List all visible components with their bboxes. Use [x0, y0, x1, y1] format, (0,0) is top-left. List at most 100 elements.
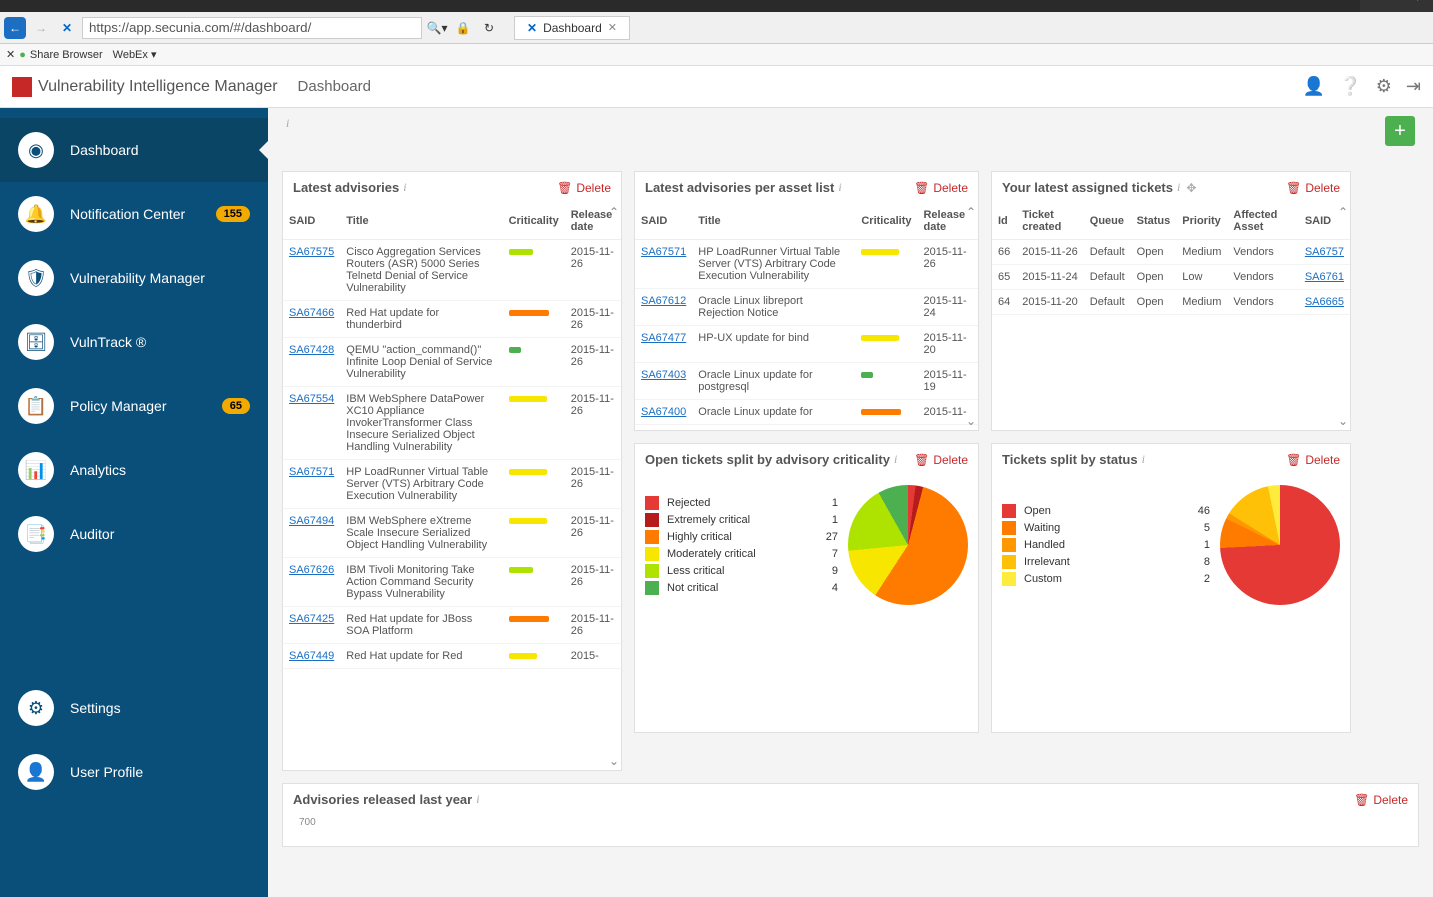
- scroll-up-icon[interactable]: ⌃: [609, 205, 619, 219]
- back-button[interactable]: ←: [4, 17, 26, 39]
- sidebar-item-settings[interactable]: ⚙ Settings: [0, 676, 268, 740]
- table-row[interactable]: 642015-11-20DefaultOpenMediumVendorsSA66…: [992, 290, 1350, 315]
- table-row[interactable]: SA67571HP LoadRunner Virtual Table Serve…: [635, 240, 978, 289]
- table-row[interactable]: SA67477HP-UX update for bind2015-11-20: [635, 326, 978, 363]
- table-row[interactable]: SA67575Cisco Aggregation Services Router…: [283, 240, 621, 301]
- scroll-up-icon[interactable]: ⌃: [1338, 205, 1348, 219]
- user-icon[interactable]: 👤: [1303, 76, 1325, 97]
- col-header[interactable]: Priority: [1176, 203, 1227, 240]
- table-row[interactable]: SA67494IBM WebSphere eXtreme Scale Insec…: [283, 509, 621, 558]
- info-icon[interactable]: i: [403, 180, 406, 195]
- table-row[interactable]: SA67554IBM WebSphere DataPower XC10 Appl…: [283, 387, 621, 460]
- sidebar-item-notification-center[interactable]: 🔔 Notification Center 155: [0, 182, 268, 246]
- scroll-down-icon[interactable]: ⌄: [609, 754, 619, 768]
- sidebar-item-analytics[interactable]: 📊 Analytics: [0, 438, 268, 502]
- said-link[interactable]: SA67466: [289, 307, 334, 319]
- settings-icon[interactable]: ⚙: [1376, 76, 1392, 97]
- table-row[interactable]: SA67403Oracle Linux update for postgresq…: [635, 363, 978, 400]
- info-icon[interactable]: i: [838, 180, 841, 195]
- sidebar-item-auditor[interactable]: 📑 Auditor: [0, 502, 268, 566]
- table-row[interactable]: SA67428QEMU "action_command()" Infinite …: [283, 338, 621, 387]
- col-header[interactable]: Criticality: [503, 203, 565, 240]
- home-icon[interactable]: ⌂: [1370, 0, 1377, 3]
- said-link[interactable]: SA67425: [289, 613, 334, 625]
- col-header[interactable]: Id: [992, 203, 1016, 240]
- said-link[interactable]: SA6761: [1305, 271, 1344, 283]
- said-link[interactable]: SA67494: [289, 515, 334, 527]
- col-header[interactable]: Status: [1131, 203, 1177, 240]
- table-row[interactable]: 662015-11-26DefaultOpenMediumVendorsSA67…: [992, 240, 1350, 265]
- legend-label: Extremely critical: [667, 514, 750, 526]
- col-header[interactable]: SAID: [283, 203, 340, 240]
- scroll-down-icon[interactable]: ⌄: [1338, 414, 1348, 428]
- scroll-down-icon[interactable]: ⌄: [966, 414, 976, 428]
- sidebar-item-vulnerability-manager[interactable]: 🛡 Vulnerability Manager: [0, 246, 268, 310]
- favorites-icon[interactable]: ★: [1389, 0, 1400, 3]
- browser-tab[interactable]: ✕ Dashboard ✕: [514, 16, 630, 40]
- col-header[interactable]: Title: [692, 203, 855, 240]
- table-row[interactable]: SA67571HP LoadRunner Virtual Table Serve…: [283, 460, 621, 509]
- delete-button[interactable]: 🗑 Delete: [1286, 181, 1340, 195]
- col-header[interactable]: SAID: [635, 203, 692, 240]
- said-link[interactable]: SA67554: [289, 393, 334, 405]
- settings-gear-icon[interactable]: ⚙: [1412, 0, 1423, 3]
- table-row[interactable]: 652015-11-24DefaultOpenLowVendorsSA6761: [992, 265, 1350, 290]
- add-widget-button[interactable]: +: [1385, 116, 1415, 146]
- table-row[interactable]: SA67449Red Hat update for Red2015-: [283, 644, 621, 669]
- share-browser-link[interactable]: Share Browser: [30, 49, 103, 61]
- delete-button[interactable]: 🗑 Delete: [914, 181, 968, 195]
- forward-button[interactable]: →: [30, 17, 52, 39]
- said-link[interactable]: SA6665: [1305, 296, 1344, 308]
- col-header[interactable]: Ticket created: [1016, 203, 1084, 240]
- said-link[interactable]: SA67571: [289, 466, 334, 478]
- said-link[interactable]: SA67571: [641, 246, 686, 258]
- sidebar-item-dashboard[interactable]: ◉ Dashboard: [0, 118, 268, 182]
- search-icon[interactable]: 🔍▾: [426, 17, 448, 39]
- widget-open-by-criticality: Open tickets split by advisory criticali…: [634, 443, 979, 733]
- scroll-up-icon[interactable]: ⌃: [966, 205, 976, 219]
- refresh-button[interactable]: ↻: [478, 17, 500, 39]
- col-header[interactable]: Title: [340, 203, 502, 240]
- table-row[interactable]: SA67425Red Hat update for JBoss SOA Plat…: [283, 607, 621, 644]
- said-link[interactable]: SA67428: [289, 344, 334, 356]
- info-icon[interactable]: i: [1177, 180, 1180, 195]
- said-link[interactable]: SA67477: [641, 332, 686, 344]
- info-icon[interactable]: i: [286, 116, 289, 130]
- table-row[interactable]: SA67466Red Hat update for thunderbird201…: [283, 301, 621, 338]
- drag-handle-icon[interactable]: ✥: [1186, 181, 1196, 195]
- said-link[interactable]: SA67626: [289, 564, 334, 576]
- nav-icon: ⚙: [18, 690, 54, 726]
- url-input[interactable]: [82, 17, 422, 39]
- table-row[interactable]: SA67400Oracle Linux update for2015-11-: [635, 400, 978, 425]
- close-small-icon[interactable]: ✕: [6, 48, 15, 61]
- delete-button[interactable]: 🗑 Delete: [1354, 793, 1408, 807]
- sidebar-item-user-profile[interactable]: 👤 User Profile: [0, 740, 268, 804]
- delete-button[interactable]: 🗑 Delete: [914, 453, 968, 467]
- said-link[interactable]: SA67400: [641, 406, 686, 418]
- table-row[interactable]: SA67612Oracle Linux libreport Rejection …: [635, 289, 978, 326]
- col-header[interactable]: Queue: [1084, 203, 1131, 240]
- col-header[interactable]: Affected Asset: [1227, 203, 1298, 240]
- help-icon[interactable]: ❔: [1339, 76, 1361, 97]
- info-icon[interactable]: i: [1142, 452, 1145, 467]
- delete-button[interactable]: 🗑 Delete: [1286, 453, 1340, 467]
- said-link[interactable]: SA67403: [641, 369, 686, 381]
- nav-label: Dashboard: [70, 142, 139, 158]
- stop-icon[interactable]: ✕: [56, 17, 78, 39]
- table-row[interactable]: SA67626IBM Tivoli Monitoring Take Action…: [283, 558, 621, 607]
- tab-close-icon[interactable]: ✕: [608, 21, 617, 34]
- delete-button[interactable]: 🗑 Delete: [557, 181, 611, 195]
- said-link[interactable]: SA67449: [289, 650, 334, 662]
- logout-icon[interactable]: ⇥: [1406, 76, 1421, 97]
- col-header[interactable]: Criticality: [855, 203, 917, 240]
- said-link[interactable]: SA6757: [1305, 246, 1344, 258]
- webex-menu[interactable]: WebEx ▾: [113, 48, 157, 61]
- info-icon[interactable]: i: [476, 792, 479, 807]
- sidebar-item-vulntrack-[interactable]: 🗄 VulnTrack ®: [0, 310, 268, 374]
- said-link[interactable]: SA67612: [641, 295, 686, 307]
- webex-ball-icon: ●: [19, 49, 26, 61]
- info-icon[interactable]: i: [894, 452, 897, 467]
- sidebar-item-policy-manager[interactable]: 📋 Policy Manager 65: [0, 374, 268, 438]
- said-link[interactable]: SA67575: [289, 246, 334, 258]
- pie-chart: [848, 485, 968, 605]
